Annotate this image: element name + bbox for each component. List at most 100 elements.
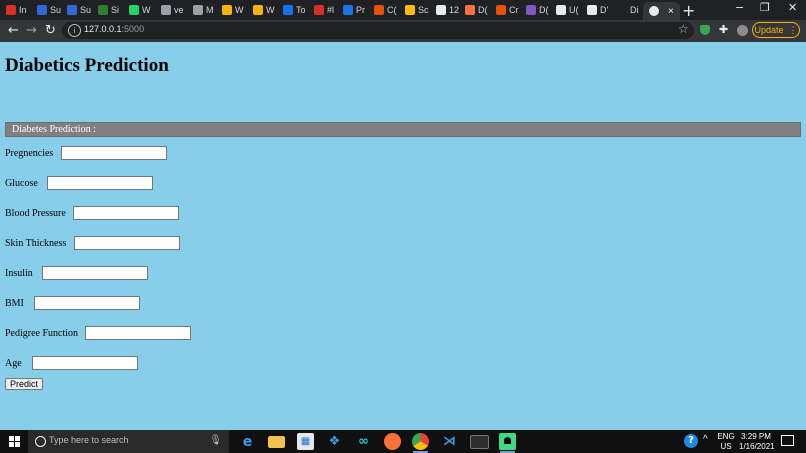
site-info-icon[interactable]: i <box>68 24 81 37</box>
tab-close-icon[interactable]: × <box>668 6 674 17</box>
tab-10[interactable]: #l <box>314 2 334 18</box>
microphone-icon[interactable]: 🎙 <box>209 435 222 446</box>
field-label: Age <box>5 357 22 369</box>
minimize-button[interactable]: − <box>735 1 744 14</box>
tab-label: W <box>142 5 151 15</box>
windows-start-icon[interactable] <box>9 436 20 447</box>
tab-favicon-icon <box>617 5 627 15</box>
globe-icon <box>649 6 659 16</box>
search-placeholder: Type here to search <box>49 435 129 445</box>
tab-11[interactable]: Pr <box>343 2 365 18</box>
field-row-pregnancies: Pregnencies <box>5 146 167 160</box>
tab-favicon-icon <box>465 5 475 15</box>
reload-icon[interactable]: ↻ <box>45 23 56 38</box>
tab-favicon-icon <box>526 5 536 15</box>
firefox-icon[interactable] <box>384 433 401 450</box>
tab-label: Di <box>630 5 639 15</box>
field-row-bmi: BMI <box>5 296 140 310</box>
restore-button[interactable]: ❐ <box>760 1 770 14</box>
edge-icon[interactable]: e <box>239 433 256 450</box>
clock[interactable]: 3:29 PM 1/16/2021 <box>739 432 775 452</box>
tab-label: Cr <box>509 5 519 15</box>
field-label: Blood Pressure <box>5 207 66 219</box>
tab-16[interactable]: Cr <box>496 2 519 18</box>
bmi-input[interactable] <box>34 296 140 310</box>
field-row-insulin: Insulin <box>5 266 148 280</box>
vscode-icon[interactable]: ⋊ <box>441 433 458 450</box>
tab-label: W <box>235 5 244 15</box>
back-icon[interactable]: ← <box>8 23 19 38</box>
puzzle-extension-icon[interactable]: ✚ <box>719 23 729 36</box>
shield-extension-icon[interactable] <box>700 25 710 35</box>
infinity-icon[interactable]: ∞ <box>355 433 372 450</box>
file-explorer-icon[interactable] <box>268 436 285 448</box>
android-studio-icon[interactable]: ☗ <box>499 433 516 453</box>
clock-date: 1/16/2021 <box>739 442 775 451</box>
tab-17[interactable]: D( <box>526 2 549 18</box>
age-input[interactable] <box>32 356 138 370</box>
tab-13[interactable]: Sc <box>405 2 429 18</box>
tab-15[interactable]: D( <box>465 2 488 18</box>
forward-icon[interactable]: → <box>26 23 37 38</box>
tab-favicon-icon <box>67 5 77 15</box>
chrome-icon[interactable] <box>412 433 429 453</box>
field-label: Glucose <box>5 177 38 189</box>
tab-20[interactable]: Di <box>617 2 639 18</box>
tab-9[interactable]: To <box>283 2 306 18</box>
tab-favicon-icon <box>496 5 506 15</box>
tab-6[interactable]: M <box>193 2 214 18</box>
field-label: Pregnencies <box>5 147 54 159</box>
tab-5[interactable]: ve <box>161 2 184 18</box>
tab-0[interactable]: In <box>6 2 27 18</box>
field-row-pedigree-function: Pedigree Function <box>5 326 191 340</box>
update-button[interactable]: Update ⋮ <box>752 22 800 38</box>
bookmark-star-icon[interactable]: ☆ <box>678 22 689 36</box>
skin-thickness-input[interactable] <box>74 236 180 250</box>
tab-label: Sc <box>418 5 429 15</box>
search-icon <box>35 436 46 447</box>
pregnancies-input[interactable] <box>61 146 167 160</box>
dropbox-icon[interactable]: ❖ <box>326 433 343 450</box>
tab-label: Su <box>80 5 92 15</box>
notification-icon[interactable] <box>781 435 794 446</box>
field-label: Pedigree Function <box>5 327 79 339</box>
pedigree-function-input[interactable] <box>85 326 191 340</box>
language-indicator[interactable]: ENG US <box>716 432 736 452</box>
new-tab-button[interactable]: + <box>682 1 695 20</box>
section-header: Diabetes Prediction : <box>5 122 801 137</box>
predict-button[interactable]: Predict <box>5 378 44 390</box>
taskbar-search-input[interactable]: Type here to search 🎙 <box>28 430 229 453</box>
tab-2[interactable]: Su <box>67 2 91 18</box>
chevron-up-icon[interactable]: ^ <box>703 435 708 445</box>
terminal-icon[interactable] <box>470 435 489 449</box>
insulin-input[interactable] <box>42 266 148 280</box>
tab-18[interactable]: U( <box>556 2 579 18</box>
address-bar[interactable]: i 127.0.0.1:5000 ☆ <box>62 22 694 39</box>
field-row-skin-thickness: Skin Thickness <box>5 236 180 250</box>
tab-12[interactable]: C( <box>374 2 397 18</box>
close-window-button[interactable]: ✕ <box>788 1 797 14</box>
tab-label: In <box>19 5 27 15</box>
blood-pressure-input[interactable] <box>73 206 179 220</box>
help-icon[interactable]: ? <box>684 434 698 448</box>
more-menu-icon: ⋮ <box>788 24 798 35</box>
tab-favicon-icon <box>161 5 171 15</box>
avatar[interactable] <box>737 25 748 36</box>
tab-active[interactable]: D( × <box>643 2 680 20</box>
tab-label: To <box>296 5 306 15</box>
tab-label: Pr <box>356 5 365 15</box>
field-row-glucose: Glucose <box>5 176 153 190</box>
tab-7[interactable]: W <box>222 2 244 18</box>
tab-favicon-icon <box>283 5 293 15</box>
tab-19[interactable]: D' <box>587 2 608 18</box>
tab-4[interactable]: W <box>129 2 151 18</box>
tab-label: M <box>206 5 214 15</box>
tab-14[interactable]: 12 <box>436 2 459 18</box>
store-icon[interactable]: ▦ <box>297 433 314 450</box>
tab-3[interactable]: Si <box>98 2 119 18</box>
tab-1[interactable]: Su <box>37 2 61 18</box>
tab-favicon-icon <box>587 5 597 15</box>
tab-favicon-icon <box>436 5 446 15</box>
glucose-input[interactable] <box>47 176 153 190</box>
tab-8[interactable]: W <box>253 2 275 18</box>
